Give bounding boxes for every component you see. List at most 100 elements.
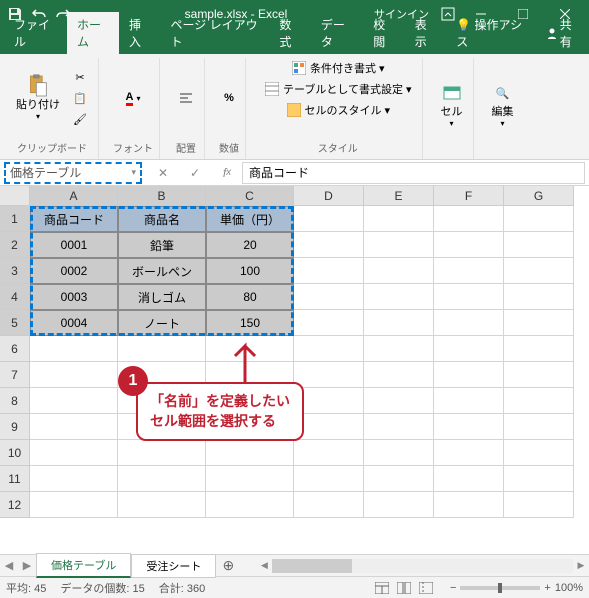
table-header-cell[interactable]: 単価（円） [206, 206, 294, 232]
table-cell[interactable]: 0003 [30, 284, 118, 310]
cell[interactable] [294, 310, 364, 336]
share-button[interactable]: 共有 [536, 12, 589, 54]
tab-page-layout[interactable]: ページ レイアウト [161, 12, 270, 54]
cell[interactable] [206, 440, 294, 466]
cell[interactable] [504, 258, 574, 284]
cell[interactable] [364, 414, 434, 440]
enter-formula-icon[interactable]: ✓ [184, 162, 206, 184]
cell[interactable] [504, 362, 574, 388]
cell[interactable] [504, 414, 574, 440]
cell[interactable] [364, 388, 434, 414]
column-header[interactable]: C [206, 186, 294, 206]
table-cell[interactable]: 100 [206, 258, 294, 284]
row-header[interactable]: 11 [0, 466, 30, 492]
tab-tellme[interactable]: 💡 操作アシス [446, 12, 536, 54]
cell[interactable] [30, 492, 118, 518]
cell[interactable] [504, 388, 574, 414]
row-header[interactable]: 10 [0, 440, 30, 466]
row-header[interactable]: 1 [0, 206, 30, 232]
number-format-button[interactable]: % [220, 90, 238, 106]
cell[interactable] [206, 466, 294, 492]
cell[interactable] [364, 440, 434, 466]
tab-insert[interactable]: 挿入 [119, 12, 161, 54]
row-header[interactable]: 3 [0, 258, 30, 284]
view-page-break-icon[interactable] [416, 579, 436, 597]
table-cell[interactable]: 0002 [30, 258, 118, 284]
cell[interactable] [294, 284, 364, 310]
cell[interactable] [504, 206, 574, 232]
cell[interactable] [504, 336, 574, 362]
cell[interactable] [434, 414, 504, 440]
table-cell[interactable]: 0004 [30, 310, 118, 336]
view-page-layout-icon[interactable] [394, 579, 414, 597]
sheet-tab-2[interactable]: 受注シート [131, 554, 216, 578]
column-header[interactable]: G [504, 186, 574, 206]
font-color-button[interactable]: A▾ [122, 89, 145, 108]
cell[interactable] [364, 492, 434, 518]
row-header[interactable]: 12 [0, 492, 30, 518]
table-cell[interactable]: 鉛筆 [118, 232, 206, 258]
cell[interactable] [434, 492, 504, 518]
sheet-area[interactable]: ABCDEFG 123456789101112 商品コード商品名単価（円）000… [0, 186, 589, 554]
row-header[interactable]: 5 [0, 310, 30, 336]
column-header[interactable]: F [434, 186, 504, 206]
sheet-nav-next[interactable]: ▶ [18, 559, 36, 572]
cell[interactable] [434, 232, 504, 258]
cell[interactable] [30, 388, 118, 414]
tab-review[interactable]: 校閲 [363, 12, 405, 54]
cell[interactable] [294, 492, 364, 518]
cell-styles-button[interactable]: セルのスタイル ▾ [282, 100, 395, 120]
cell[interactable] [434, 206, 504, 232]
cell[interactable] [434, 284, 504, 310]
cell[interactable] [364, 362, 434, 388]
cell[interactable] [294, 466, 364, 492]
cell[interactable] [118, 492, 206, 518]
cell[interactable] [118, 440, 206, 466]
row-header[interactable]: 7 [0, 362, 30, 388]
tab-view[interactable]: 表示 [405, 12, 447, 54]
cell[interactable] [364, 466, 434, 492]
sheet-nav-prev[interactable]: ◀ [0, 559, 18, 572]
cell[interactable] [294, 258, 364, 284]
editing-button[interactable]: 🔍編集▾ [488, 81, 518, 130]
cell[interactable] [294, 206, 364, 232]
tab-formulas[interactable]: 数式 [269, 12, 311, 54]
cell[interactable] [294, 336, 364, 362]
cell[interactable] [434, 440, 504, 466]
zoom-out-button[interactable]: − [450, 582, 456, 594]
cancel-formula-icon[interactable]: ✕ [152, 162, 174, 184]
table-cell[interactable]: 20 [206, 232, 294, 258]
cell[interactable] [30, 466, 118, 492]
tab-data[interactable]: データ [311, 12, 363, 54]
cell[interactable] [504, 310, 574, 336]
sheet-tab-1[interactable]: 価格テーブル [36, 553, 131, 578]
cell[interactable] [364, 336, 434, 362]
cell[interactable] [434, 362, 504, 388]
table-format-button[interactable]: テーブルとして書式設定 ▾ [260, 79, 416, 99]
cell[interactable] [30, 336, 118, 362]
copy-button[interactable]: 📋 [68, 88, 92, 108]
cell[interactable] [364, 284, 434, 310]
table-header-cell[interactable]: 商品名 [118, 206, 206, 232]
format-painter-button[interactable]: 🖌 [68, 109, 92, 129]
cell[interactable] [294, 362, 364, 388]
cell[interactable] [30, 440, 118, 466]
cell[interactable] [118, 336, 206, 362]
view-normal-icon[interactable] [372, 579, 392, 597]
cell[interactable] [504, 440, 574, 466]
cell[interactable] [504, 232, 574, 258]
column-header[interactable]: B [118, 186, 206, 206]
cell[interactable] [206, 492, 294, 518]
cell[interactable] [364, 232, 434, 258]
cell[interactable] [364, 310, 434, 336]
tab-home[interactable]: ホーム [67, 12, 119, 54]
row-header[interactable]: 8 [0, 388, 30, 414]
table-cell[interactable]: 消しゴム [118, 284, 206, 310]
tab-file[interactable]: ファイル [4, 12, 67, 54]
cell[interactable] [504, 284, 574, 310]
cell[interactable] [294, 440, 364, 466]
zoom-in-button[interactable]: + [544, 582, 550, 594]
table-cell[interactable]: ノート [118, 310, 206, 336]
paste-button[interactable]: 貼り付け ▾ [12, 74, 64, 123]
zoom-level[interactable]: 100% [555, 582, 583, 594]
